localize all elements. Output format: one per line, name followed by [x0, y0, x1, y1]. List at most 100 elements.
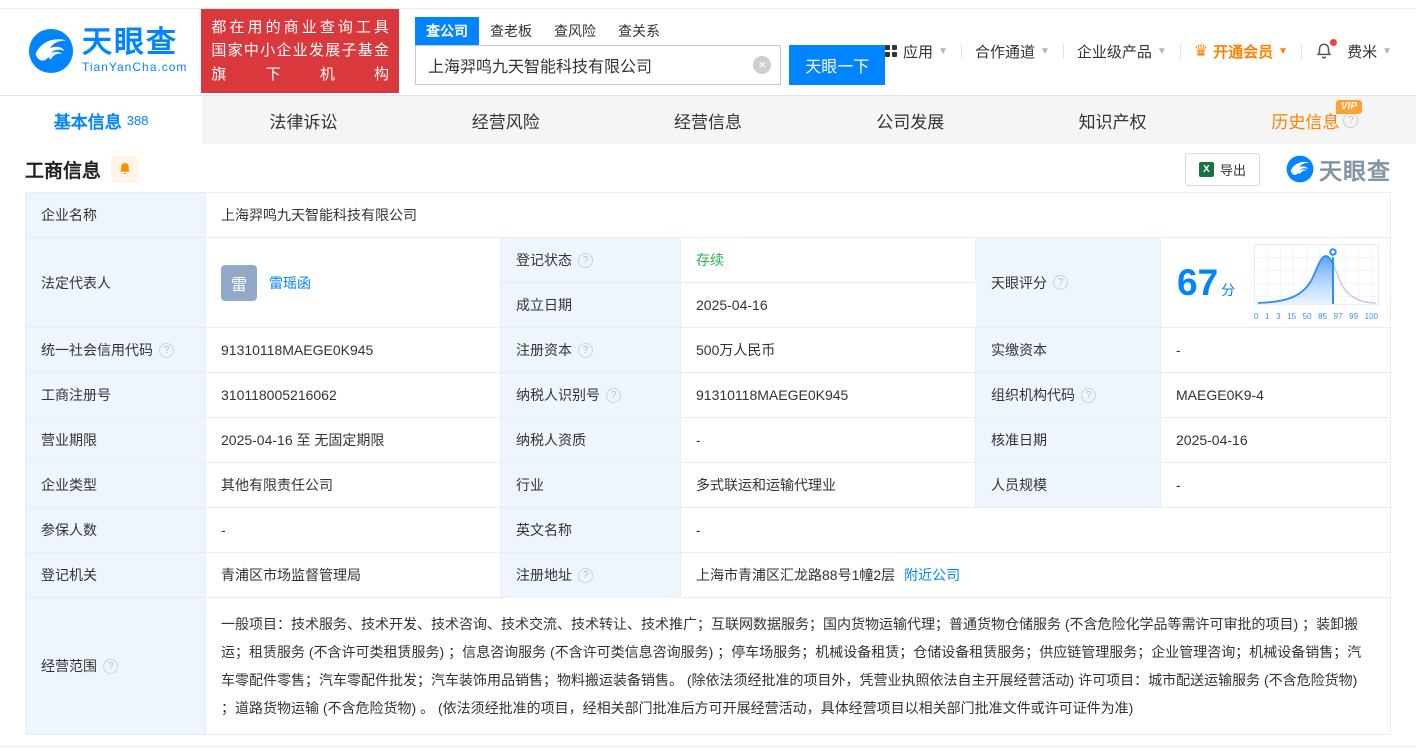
section-title: 工商信息 [25, 156, 101, 183]
help-icon[interactable]: ? [159, 343, 174, 358]
info-row: 经营范围 ? 一般项目：技术服务、技术开发、技术咨询、技术交流、技术转让、技术推… [26, 598, 1390, 734]
chevron-down-icon: ▼ [1382, 46, 1392, 57]
menu-user[interactable]: 费米 ▼ [1347, 41, 1392, 62]
industry-label: 行业 [501, 463, 681, 508]
tianyancha-logo-icon [28, 28, 74, 74]
menu-separator [1301, 44, 1302, 59]
vip-badge: VIP [1336, 100, 1362, 114]
clear-search-icon[interactable]: × [753, 56, 771, 74]
search-tab-risk[interactable]: 查风险 [543, 17, 607, 45]
top-strip [0, 0, 1416, 9]
menu-open-vip[interactable]: ♛ 开通会员 ▼ [1194, 41, 1288, 62]
notifications-bell[interactable] [1315, 42, 1333, 60]
help-icon[interactable]: ? [606, 388, 621, 403]
reg-number-label: 工商注册号 [26, 373, 206, 418]
company-type-value: 其他有限责任公司 [206, 463, 501, 508]
company-name-label: 企业名称 [26, 193, 206, 238]
search-tab-boss[interactable]: 查老板 [479, 17, 543, 45]
company-name-value: 上海羿鸣九天智能科技有限公司 [206, 193, 1390, 238]
business-info-header: 工商信息 X 导出 天眼查 [0, 144, 1416, 192]
search-input[interactable] [415, 45, 781, 85]
info-row: 营业期限 2025-04-16 至 无固定期限 纳税人资质 - 核准日期 202… [26, 418, 1390, 463]
search-button[interactable]: 天眼一下 [789, 45, 885, 85]
help-icon[interactable]: ? [578, 253, 593, 268]
score-distribution-chart[interactable]: 0131550859799100 [1254, 244, 1380, 321]
score-cell: 67分 [1161, 238, 1390, 328]
help-icon[interactable]: ? [578, 568, 593, 583]
apps-grid-icon [885, 45, 897, 57]
menu-enterprise-products[interactable]: 企业级产品 ▼ [1077, 41, 1167, 62]
legal-rep-label: 法定代表人 [26, 238, 206, 328]
help-icon[interactable]: ? [1081, 388, 1096, 403]
slogan-line1: 都在用的商业查询工具 [211, 16, 389, 39]
reg-authority-label: 登记机关 [26, 553, 206, 598]
legal-rep-avatar[interactable]: 雷 [221, 265, 257, 301]
approval-date-value: 2025-04-16 [1161, 418, 1390, 463]
industry-value: 多式联运和运输代理业 [681, 463, 976, 508]
tab-basic-info[interactable]: 基本信息 388 [0, 96, 202, 144]
tianyancha-logo[interactable]: 天眼查 TianYanCha.com [28, 28, 187, 74]
tab-business-risk[interactable]: 经营风险 [405, 96, 607, 144]
bell-icon [118, 162, 132, 176]
search-tab-company[interactable]: 查公司 [415, 17, 479, 45]
taxpayer-quality-label: 纳税人资质 [501, 418, 681, 463]
search-tabs: 查公司 查老板 查风险 查关系 [415, 18, 885, 45]
business-scope-label: 经营范围 ? [26, 598, 206, 734]
tianyancha-logo-icon [1286, 155, 1314, 183]
tab-history-info[interactable]: VIP 历史信息 ? [1214, 96, 1416, 144]
reg-number-value: 310118005216062 [206, 373, 501, 418]
paid-capital-value: - [1161, 328, 1390, 373]
tab-business-info[interactable]: 经营信息 [607, 96, 809, 144]
score-label: 天眼评分 ? [976, 238, 1161, 328]
bottom-divider [0, 746, 1416, 747]
menu-separator [1180, 44, 1181, 59]
reg-capital-label: 注册资本 ? [501, 328, 681, 373]
score-axis-labels: 0131550859799100 [1254, 312, 1378, 321]
info-row: 企业名称 上海羿鸣九天智能科技有限公司 [26, 193, 1390, 238]
menu-partner-channel[interactable]: 合作通道 ▼ [975, 41, 1050, 62]
help-icon[interactable]: ? [578, 343, 593, 358]
tab-company-development[interactable]: 公司发展 [809, 96, 1011, 144]
help-icon[interactable]: ? [1053, 275, 1068, 290]
insured-count-label: 参保人数 [26, 508, 206, 553]
nearby-companies-link[interactable]: 附近公司 [904, 565, 960, 585]
chevron-down-icon: ▼ [1040, 46, 1050, 57]
tab-intellectual-property[interactable]: 知识产权 [1011, 96, 1213, 144]
info-row: 企业类型 其他有限责任公司 行业 多式联运和运输代理业 人员规模 - [26, 463, 1390, 508]
reg-status-value: 存续 [681, 238, 976, 283]
business-info-table: 企业名称 上海羿鸣九天智能科技有限公司 法定代表人 雷 雷瑶函 登记状态 ? 存… [25, 192, 1391, 735]
export-button[interactable]: X 导出 [1185, 153, 1260, 186]
english-name-value: - [681, 508, 1390, 553]
help-icon[interactable]: ? [1343, 113, 1358, 128]
reg-capital-value: 500万人民币 [681, 328, 976, 373]
reg-status-label: 登记状态 ? [501, 238, 681, 283]
slogan-badge: 都在用的商业查询工具 国家中小企业发展子基金旗下机构 [201, 9, 399, 93]
company-type-label: 企业类型 [26, 463, 206, 508]
brand-domain: TianYanCha.com [82, 60, 187, 74]
help-icon[interactable]: ? [103, 659, 118, 674]
credit-code-label: 统一社会信用代码 ? [26, 328, 206, 373]
approval-date-label: 核准日期 [976, 418, 1161, 463]
staff-size-label: 人员规模 [976, 463, 1161, 508]
info-row: 工商注册号 310118005216062 纳税人识别号 ? 91310118M… [26, 373, 1390, 418]
menu-separator [961, 44, 962, 59]
tab-legal-proceedings[interactable]: 法律诉讼 [202, 96, 404, 144]
business-term-label: 营业期限 [26, 418, 206, 463]
menu-separator [1063, 44, 1064, 59]
menu-apps[interactable]: 应用 ▼ [885, 41, 948, 62]
legal-rep-link[interactable]: 雷瑶函 [269, 273, 311, 293]
search-tab-relation[interactable]: 查关系 [607, 17, 671, 45]
monitor-bell-button[interactable] [111, 156, 138, 183]
taxpayer-quality-value: - [681, 418, 976, 463]
establish-date-label: 成立日期 [501, 283, 681, 328]
score-number: 67 [1177, 262, 1218, 303]
info-row: 统一社会信用代码 ? 91310118MAEGE0K945 注册资本 ? 500… [26, 328, 1390, 373]
notification-dot [1330, 39, 1337, 46]
site-header: 天眼查 TianYanCha.com 都在用的商业查询工具 国家中小企业发展子基… [0, 9, 1416, 95]
crown-icon: ♛ [1194, 41, 1208, 61]
company-nav-tabs: 基本信息 388 法律诉讼 经营风险 经营信息 公司发展 知识产权 VIP 历史… [0, 95, 1416, 144]
tianyancha-watermark: 天眼查 [1286, 152, 1391, 186]
reg-address-cell: 上海市青浦区汇龙路88号1幢2层 附近公司 [681, 553, 1390, 598]
org-code-label: 组织机构代码 ? [976, 373, 1161, 418]
excel-icon: X [1199, 162, 1214, 177]
